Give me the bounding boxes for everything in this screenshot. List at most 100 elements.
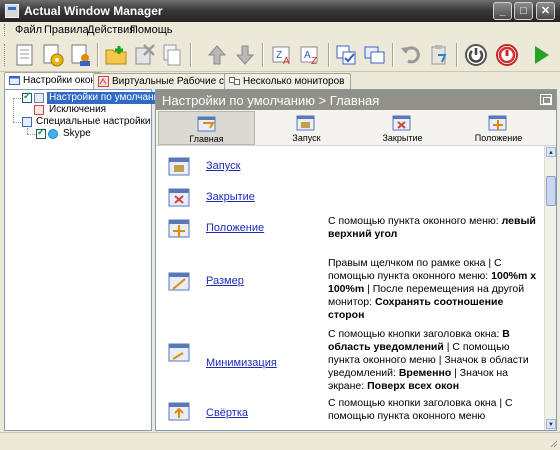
special-settings-icon — [22, 117, 32, 127]
link-launch[interactable]: Запуск — [206, 160, 240, 172]
panel-header: Настройки по умолчанию > Главная — [156, 90, 556, 110]
link-rollup[interactable]: Свёртка — [206, 407, 248, 419]
desc-text: С помощью кнопки заголовка окна | С помо… — [328, 397, 513, 422]
launch-icon — [168, 157, 190, 176]
tree-item-skype[interactable]: Skype — [5, 127, 151, 140]
settings-user-icon[interactable] — [68, 42, 94, 68]
toolbar-separator — [456, 43, 458, 67]
play-icon[interactable] — [528, 42, 554, 68]
list-item-launch: Запуск — [156, 157, 544, 181]
app-icon[interactable] — [5, 4, 19, 18]
panel-tab-label: Главная — [189, 134, 224, 144]
settings-panel: Настройки по умолчанию > Главная Главная… — [155, 89, 557, 431]
scroll-down-icon[interactable]: ▼ — [546, 419, 556, 429]
sort-za-icon[interactable]: ZA — [270, 42, 296, 68]
maximize-button[interactable]: □ — [514, 2, 533, 20]
rollup-description: С помощью кнопки заголовка окна | С помо… — [328, 397, 542, 423]
size-description: Правым щелчком по рамке окна | С помощью… — [328, 257, 542, 322]
scroll-up-icon[interactable]: ▲ — [546, 147, 556, 157]
clipboard-icon[interactable] — [426, 42, 452, 68]
default-settings-icon — [34, 93, 44, 103]
settings-list: Запуск Закрытие Положение С помощью пунк… — [156, 147, 544, 430]
resize-grip-icon[interactable] — [548, 438, 558, 448]
minimize-description: С помощью кнопки заголовка окна: В облас… — [328, 328, 542, 393]
close-window-icon — [392, 115, 411, 131]
check-all-icon[interactable] — [334, 42, 360, 68]
close-window-icon — [168, 188, 190, 207]
window-copy-icon[interactable] — [362, 42, 388, 68]
sort-az-icon[interactable]: AZ — [298, 42, 324, 68]
panel-tabs: Главная Запуск Закрытие Положение ▸ — [156, 110, 556, 153]
size-icon — [168, 272, 190, 291]
link-close[interactable]: Закрытие — [206, 191, 255, 203]
launch-icon — [296, 115, 315, 131]
desc-value: Временно — [398, 367, 452, 379]
minimize-button[interactable]: _ — [493, 2, 512, 20]
svg-text:Z: Z — [311, 56, 317, 67]
folder-add-icon[interactable] — [103, 42, 129, 68]
restore-icon[interactable] — [540, 94, 552, 105]
toolbar: ZA AZ — [0, 38, 560, 72]
position-description: С помощью пункта оконного меню: левый ве… — [328, 215, 542, 241]
list-item-rollup: Свёртка С помощью кнопки заголовка окна … — [156, 397, 544, 430]
link-position[interactable]: Положение — [206, 222, 264, 234]
power-icon[interactable] — [463, 42, 489, 68]
link-minimize[interactable]: Минимизация — [206, 357, 277, 369]
window-settings-icon — [9, 76, 20, 85]
delete-icon[interactable] — [131, 42, 157, 68]
link-size[interactable]: Размер — [206, 275, 244, 287]
minimize-icon — [168, 343, 190, 362]
toolbar-separator — [262, 43, 264, 67]
virtual-desktops-icon — [98, 76, 109, 87]
new-document-icon[interactable] — [12, 42, 38, 68]
position-icon — [488, 115, 507, 131]
tree-item-default[interactable]: Настройки по умолчанию — [5, 91, 169, 104]
panel-tab-label: Запуск — [292, 133, 321, 143]
desc-value: Поверх всех окон — [367, 380, 460, 392]
panel-tab-position[interactable]: Положение — [450, 111, 547, 145]
close-button[interactable]: ✕ — [536, 2, 555, 20]
tree-item-label: Настройки по умолчанию — [47, 92, 169, 104]
tree-item-exclusions[interactable]: Исключения — [5, 104, 151, 116]
position-icon — [168, 219, 190, 238]
desc-text: С помощью пункта оконного меню: — [328, 215, 502, 227]
toolbar-grip[interactable] — [4, 44, 7, 66]
tree-item-label: Специальные настройки — [36, 116, 151, 127]
main-icon — [197, 116, 216, 132]
tree-item-special[interactable]: Специальные настройки — [5, 116, 151, 128]
tree-checkbox[interactable] — [36, 127, 46, 139]
menu-help[interactable]: Помощь — [127, 23, 176, 37]
stop-icon[interactable] — [494, 42, 520, 68]
tab-multi-monitor[interactable]: Несколько мониторов — [224, 73, 351, 89]
panel-tab-launch[interactable]: Запуск — [258, 111, 355, 145]
tab-label: Несколько мониторов — [243, 76, 345, 87]
svg-text:A: A — [304, 50, 311, 61]
tree-item-label: Skype — [63, 128, 91, 139]
toolbar-separator — [328, 43, 330, 67]
skype-icon — [48, 129, 58, 139]
copy-document-icon[interactable] — [159, 42, 185, 68]
list-item-minimize: Минимизация С помощью кнопки заголовка о… — [156, 328, 544, 393]
arrow-up-icon[interactable] — [204, 42, 230, 68]
list-item-position: Положение С помощью пункта оконного меню… — [156, 215, 544, 251]
main-tabs: Настройки окон Виртуальные Рабочие столы… — [0, 72, 560, 90]
vertical-scrollbar[interactable]: ▲ ▼ — [544, 146, 556, 430]
tab-window-settings[interactable]: Настройки окон — [4, 72, 102, 90]
menu-grip[interactable] — [4, 24, 7, 36]
svg-text:A: A — [283, 56, 290, 67]
title-bar[interactable]: Actual Window Manager _ □ ✕ — [0, 0, 560, 22]
rules-tree[interactable]: Настройки по умолчанию Исключения Специа… — [4, 89, 169, 431]
desc-text: Правым щелчком по рамке окна | С помощью… — [328, 257, 502, 282]
panel-tab-close[interactable]: Закрытие — [354, 111, 451, 145]
scrollbar-thumb[interactable] — [546, 176, 556, 206]
svg-text:Z: Z — [276, 50, 282, 61]
arrow-down-icon[interactable] — [232, 42, 258, 68]
desc-text: С помощью кнопки заголовка окна: — [328, 328, 503, 340]
menu-bar: Файл Правила Действия Помощь — [0, 22, 560, 38]
tab-label: Настройки окон — [23, 75, 96, 86]
tree-checkbox[interactable] — [22, 91, 32, 103]
panel-tab-main[interactable]: Главная — [158, 111, 255, 145]
window-title: Actual Window Manager — [24, 4, 163, 18]
settings-gear-icon[interactable] — [40, 42, 66, 68]
undo-icon[interactable] — [398, 42, 424, 68]
